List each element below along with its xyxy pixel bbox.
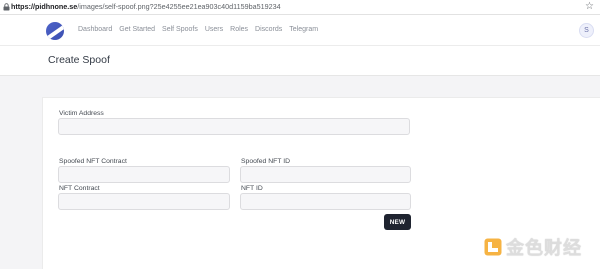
url-host: https://pidhnone.se xyxy=(11,2,78,11)
browser-address-bar[interactable]: https://pidhnone.se/images/self-spoof.pn… xyxy=(0,0,600,15)
star-icon[interactable]: ☆ xyxy=(585,1,594,13)
new-button[interactable]: NEW xyxy=(384,214,411,230)
user-avatar[interactable]: S xyxy=(579,23,594,38)
nft-contract-input[interactable] xyxy=(58,193,230,210)
spoofed-nft-id-label: Spoofed NFT ID xyxy=(241,158,290,165)
nav-link-roles[interactable]: Roles xyxy=(230,26,248,33)
spoofed-nft-contract-label: Spoofed NFT Contract xyxy=(59,158,127,165)
page-header: Create Spoof xyxy=(0,46,600,76)
nav-link-self-spoofs[interactable]: Self Spoofs xyxy=(162,26,198,33)
url-text[interactable]: https://pidhnone.se/images/self-spoof.pn… xyxy=(11,2,281,11)
nft-contract-label: NFT Contract xyxy=(59,185,100,192)
nav-link-get-started[interactable]: Get Started xyxy=(119,26,155,33)
page-title: Create Spoof xyxy=(48,54,110,66)
victim-address-label: Victim Address xyxy=(59,110,104,117)
nav-links: Dashboard Get Started Self Spoofs Users … xyxy=(78,26,318,33)
nav-link-dashboard[interactable]: Dashboard xyxy=(78,26,112,33)
nav-link-discords[interactable]: Discords xyxy=(255,26,282,33)
nav-link-telegram[interactable]: Telegram xyxy=(289,26,318,33)
url-path: /images/self-spoof.png?25e4255ee21ea903c… xyxy=(77,2,281,11)
spoofed-nft-contract-input[interactable] xyxy=(58,166,230,183)
app-logo-icon[interactable] xyxy=(46,22,64,40)
nft-id-input[interactable] xyxy=(240,193,411,210)
nav-link-users[interactable]: Users xyxy=(205,26,223,33)
spoofed-nft-id-input[interactable] xyxy=(240,166,411,183)
watermark: 金色财经 xyxy=(484,236,582,259)
lock-icon xyxy=(3,3,10,11)
top-navbar: Dashboard Get Started Self Spoofs Users … xyxy=(0,15,600,46)
watermark-logo-icon xyxy=(484,238,502,256)
nft-id-label: NFT ID xyxy=(241,185,263,192)
victim-address-input[interactable] xyxy=(58,118,410,135)
watermark-text: 金色财经 xyxy=(506,238,582,259)
